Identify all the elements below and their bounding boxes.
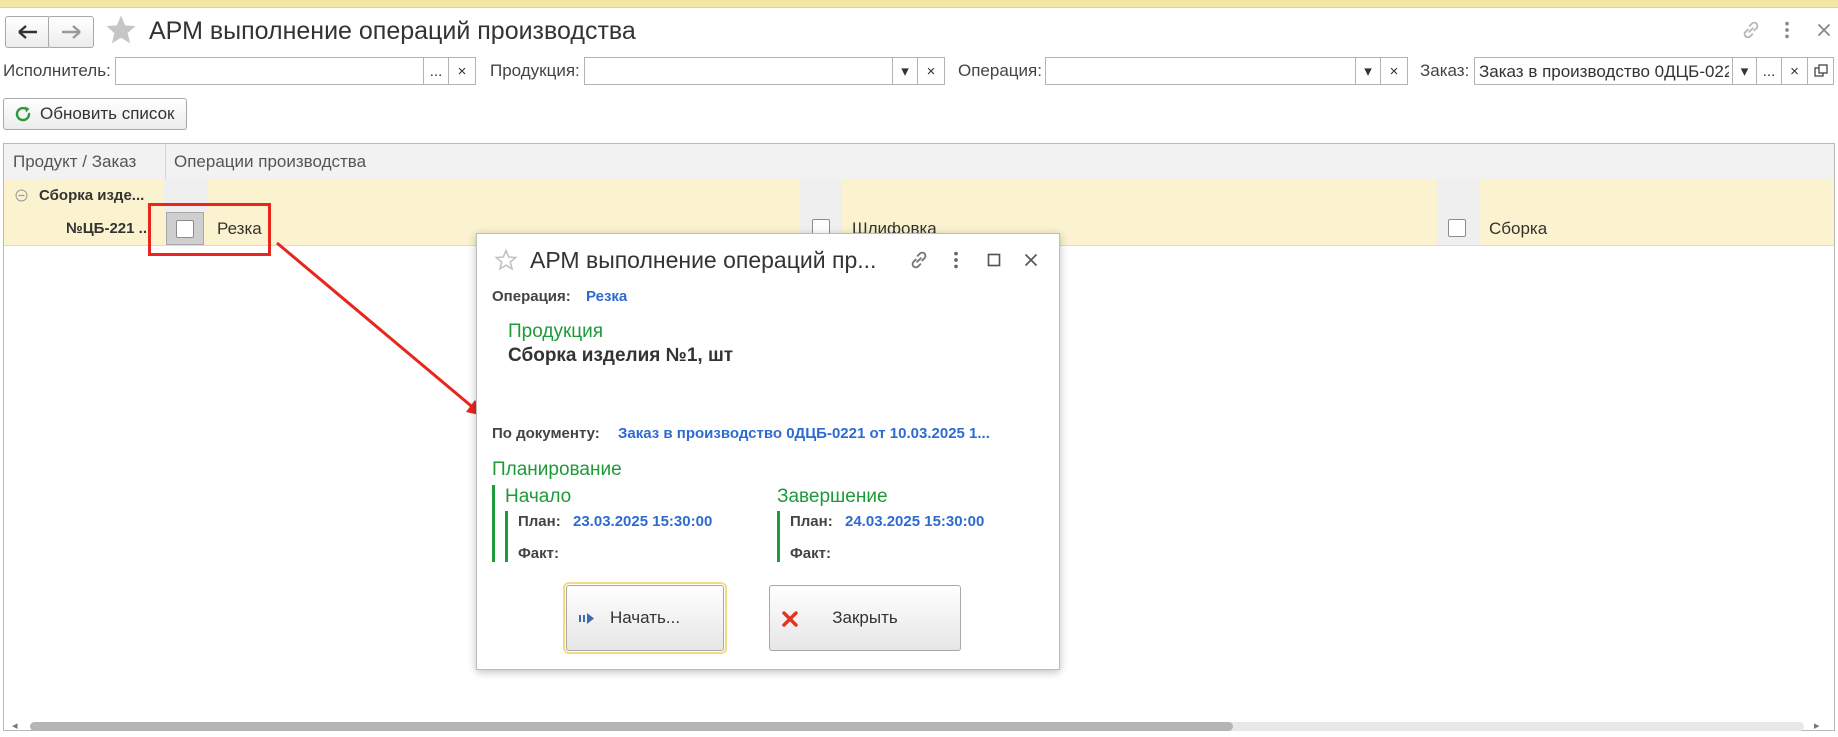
executor-label: Исполнитель: (3, 61, 111, 80)
product-dropdown-button[interactable]: ▾ (893, 57, 918, 85)
collapse-icon[interactable] (15, 189, 28, 202)
cell-filler (1437, 179, 1480, 212)
product-label: Продукция: (490, 61, 580, 80)
order-clear-button[interactable]: × (1782, 57, 1808, 85)
operation-link[interactable]: Резка (586, 288, 627, 305)
end-plan-label: План: (790, 513, 833, 530)
close-button[interactable]: Закрыть (769, 585, 961, 651)
maximize-icon[interactable] (983, 249, 1005, 271)
document-label: По документу: (492, 425, 600, 442)
open-copy-icon (1813, 64, 1828, 77)
page-title: АРМ выполнение операций производства (149, 17, 636, 45)
product-value: Сборка изделия №1, шт (508, 345, 734, 366)
refresh-icon (15, 106, 31, 122)
more-menu-icon[interactable] (1776, 19, 1798, 41)
start-plan-value[interactable]: 23.03.2025 15:30:00 (573, 513, 712, 530)
end-section-title: Завершение (777, 486, 888, 507)
operation-label-sborka[interactable]: Сборка (1489, 219, 1547, 239)
refresh-list-button[interactable]: Обновить список (3, 98, 187, 130)
product-clear-button[interactable]: × (918, 57, 945, 85)
start-section-title: Начало (505, 486, 572, 507)
executor-select-button[interactable]: ... (424, 57, 449, 85)
back-button[interactable] (5, 16, 51, 48)
operation-label: Операция: (958, 61, 1042, 80)
operation-dialog: АРМ выполнение операций пр... Операция: … (476, 233, 1060, 670)
scroll-right-icon[interactable]: ▸ (1814, 719, 1820, 732)
order-open-button[interactable] (1808, 57, 1834, 85)
end-bar (777, 511, 780, 562)
top-info-strip (0, 0, 1838, 8)
arrow-right-icon (62, 25, 81, 39)
highlight-callout-box (148, 203, 271, 256)
favorite-star-icon[interactable] (494, 248, 518, 272)
close-icon[interactable] (1020, 249, 1042, 271)
start-button-label: Начать... (609, 608, 681, 627)
link-icon[interactable] (1740, 19, 1762, 41)
refresh-label: Обновить список (40, 104, 175, 123)
product-input[interactable] (584, 57, 893, 85)
order-input[interactable]: Заказ в производство 0ДЦБ-022 (1474, 57, 1733, 85)
planning-bar (492, 485, 495, 562)
start-button[interactable]: Начать... (563, 582, 727, 654)
group-label: Сборка изде... (39, 187, 145, 204)
grid-header: Продукт / Заказ Операции производства (4, 144, 1834, 180)
column-separator (165, 144, 166, 179)
order-dropdown-button[interactable]: ▾ (1733, 57, 1757, 85)
start-plan-label: План: (518, 513, 561, 530)
product-section-title: Продукция (508, 321, 604, 342)
table-row-group[interactable]: Сборка изде... (4, 179, 1834, 212)
document-link[interactable]: Заказ в производство 0ДЦБ-0221 от 10.03.… (618, 425, 990, 442)
order-select-button[interactable]: ... (1757, 57, 1782, 85)
column-header-product-order[interactable]: Продукт / Заказ (13, 152, 136, 172)
favorite-star-icon[interactable] (104, 13, 138, 47)
operation-checkbox-sborka[interactable] (1448, 219, 1466, 237)
cell-filler (800, 179, 842, 212)
start-bar (505, 511, 508, 562)
executor-input[interactable] (115, 57, 424, 85)
dialog-title: АРМ выполнение операций пр... (530, 247, 877, 273)
close-button-label: Закрыть (832, 608, 898, 627)
scroll-left-icon[interactable]: ◂ (12, 719, 18, 732)
operation-input[interactable] (1045, 57, 1356, 85)
close-window-icon[interactable] (1813, 19, 1835, 41)
horizontal-scrollbar[interactable] (30, 722, 1804, 731)
more-menu-icon[interactable] (945, 249, 967, 271)
operation-dropdown-button[interactable]: ▾ (1356, 57, 1381, 85)
scrollbar-thumb[interactable] (30, 722, 1233, 731)
column-header-operations[interactable]: Операции производства (174, 152, 366, 172)
link-icon[interactable] (908, 249, 930, 271)
operation-clear-button[interactable]: × (1381, 57, 1408, 85)
planning-section-title: Планирование (492, 459, 622, 480)
executor-clear-button[interactable]: × (449, 57, 476, 85)
forward-button[interactable] (48, 16, 94, 48)
start-fact-label: Факт: (518, 545, 559, 562)
order-label: Заказ: (1420, 61, 1470, 80)
order-cell: №ЦБ-221 ... (66, 220, 152, 237)
operation-label: Операция: (492, 288, 571, 305)
arrow-left-icon (18, 25, 37, 39)
end-plan-value[interactable]: 24.03.2025 15:30:00 (845, 513, 984, 530)
end-fact-label: Факт: (790, 545, 831, 562)
